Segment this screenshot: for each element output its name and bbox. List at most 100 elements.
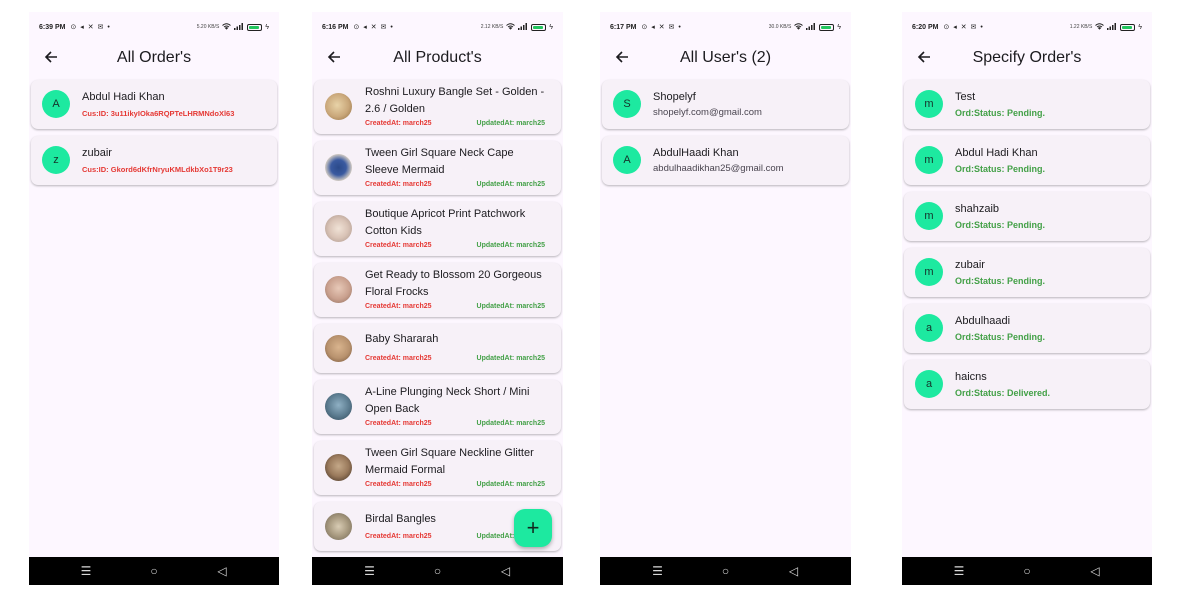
order-status: Ord:Status: Delivered. <box>955 388 1051 398</box>
order-status: Ord:Status: Pending. <box>955 108 1045 118</box>
wifi-icon <box>222 22 232 32</box>
customer-id: Cus:ID: Gkord6dKfrNryuKMLdkbXo1T9r23 <box>82 165 233 174</box>
product-card[interactable]: Baby Shararah CreatedAt: march25 Updated… <box>314 324 561 373</box>
created-at: CreatedAt: march25 <box>365 355 432 362</box>
avatar: A <box>613 146 641 174</box>
recent-apps-icon[interactable]: ☰ <box>949 564 969 578</box>
order-status: Ord:Status: Pending. <box>955 276 1045 286</box>
system-back-icon[interactable]: ◁ <box>1085 564 1105 578</box>
avatar: A <box>42 90 70 118</box>
created-at: CreatedAt: march25 <box>365 420 432 427</box>
created-at: CreatedAt: march25 <box>365 120 432 127</box>
order-card[interactable]: m Abdul Hadi Khan Ord:Status: Pending. <box>904 136 1150 185</box>
avatar: a <box>915 370 943 398</box>
screen-all-orders: 6:39 PM ⊙ ◂ ✕ ✉ • 5.20 KB/S ϟ All Order'… <box>29 12 279 585</box>
back-arrow-icon[interactable] <box>324 47 344 67</box>
order-card[interactable]: m shahzaib Ord:Status: Pending. <box>904 192 1150 241</box>
signal-icon <box>234 22 244 32</box>
created-at: CreatedAt: march25 <box>365 181 432 188</box>
system-nav-bar: ☰ ○ ◁ <box>600 557 851 585</box>
screen-all-products: 6:16 PM ⊙ ◂ ✕ ✉ • 2.12 KB/S ϟ All Produc… <box>312 12 563 585</box>
product-card[interactable]: Get Ready to Blossom 20 Gorgeous Floral … <box>314 263 561 317</box>
network-speed: 5.20 KB/S <box>196 24 220 30</box>
system-back-icon[interactable]: ◁ <box>212 564 232 578</box>
battery-icon <box>819 23 835 31</box>
order-card[interactable]: a haicns Ord:Status: Delivered. <box>904 360 1150 409</box>
battery-icon <box>247 23 263 31</box>
screen-specify-orders: 6:20 PM ⊙ ◂ ✕ ✉ • 1.22 KB/S ϟ Specify Or… <box>902 12 1152 585</box>
network-speed: 30.0 KB/S <box>768 24 792 30</box>
avatar: S <box>613 90 641 118</box>
status-time: 6:17 PM <box>610 23 637 31</box>
recent-apps-icon[interactable]: ☰ <box>648 564 668 578</box>
home-icon[interactable]: ○ <box>716 564 736 578</box>
product-card[interactable]: Tween Girl Square Neck Cape Sleeve Merma… <box>314 141 561 195</box>
back-arrow-icon[interactable] <box>612 47 632 67</box>
updated-at: UpdatedAt: march25 <box>476 481 545 488</box>
recent-apps-icon[interactable]: ☰ <box>76 564 96 578</box>
status-bar: 6:16 PM ⊙ ◂ ✕ ✉ • 2.12 KB/S ϟ <box>312 12 563 42</box>
user-name: AbdulHaadi Khan <box>653 147 739 159</box>
order-card[interactable]: m zubair Ord:Status: Pending. <box>904 248 1150 297</box>
updated-at: UpdatedAt: march25 <box>476 242 545 249</box>
status-bar: 6:17 PM ⊙ ◂ ✕ ✉ • 30.0 KB/S ϟ <box>600 12 851 42</box>
created-at: CreatedAt: march25 <box>365 242 432 249</box>
system-nav-bar: ☰ ○ ◁ <box>312 557 563 585</box>
avatar: m <box>915 146 943 174</box>
order-customer-name: Test <box>955 91 976 103</box>
network-speed: 2.12 KB/S <box>480 24 504 30</box>
product-thumbnail <box>325 154 352 181</box>
avatar: z <box>42 146 70 174</box>
updated-at: UpdatedAt: march25 <box>476 181 545 188</box>
product-thumbnail <box>325 276 352 303</box>
charging-icon: ϟ <box>1138 23 1142 31</box>
product-thumbnail <box>325 335 352 362</box>
product-card[interactable]: Tween Girl Square Neckline Glitter Merma… <box>314 441 561 495</box>
order-customer-card[interactable]: z zubair Cus:ID: Gkord6dKfrNryuKMLdkbXo1… <box>31 136 277 185</box>
updated-at: UpdatedAt: march25 <box>476 420 545 427</box>
charging-icon: ϟ <box>265 23 269 31</box>
order-card[interactable]: m Test Ord:Status: Pending. <box>904 80 1150 129</box>
updated-at: UpdatedAt: march25 <box>476 303 545 310</box>
notification-icons: ⊙ ◂ ✕ ✉ • <box>353 24 394 31</box>
add-product-button[interactable]: + <box>514 509 552 547</box>
customer-name: Abdul Hadi Khan <box>82 91 165 103</box>
order-card[interactable]: a Abdulhaadi Ord:Status: Pending. <box>904 304 1150 353</box>
product-card[interactable]: Boutique Apricot Print Patchwork Cotton … <box>314 202 561 256</box>
home-icon[interactable]: ○ <box>1017 564 1037 578</box>
user-card[interactable]: A AbdulHaadi Khan abdulhaadikhan25@gmail… <box>602 136 849 185</box>
product-card[interactable]: Roshni Luxury Bangle Set - Golden - 2.6 … <box>314 80 561 134</box>
order-customer-card[interactable]: A Abdul Hadi Khan Cus:ID: 3u11ikyIOka6RQ… <box>31 80 277 129</box>
back-arrow-icon[interactable] <box>914 47 934 67</box>
system-nav-bar: ☰ ○ ◁ <box>29 557 279 585</box>
product-thumbnail <box>325 93 352 120</box>
product-thumbnail <box>325 393 352 420</box>
user-card[interactable]: S Shopelyf shopelyf.com@gmail.com <box>602 80 849 129</box>
status-bar: 6:39 PM ⊙ ◂ ✕ ✉ • 5.20 KB/S ϟ <box>29 12 279 42</box>
product-name: Tween Girl Square Neck Cape Sleeve Merma… <box>365 147 514 176</box>
home-icon[interactable]: ○ <box>144 564 164 578</box>
order-customer-name: Abdulhaadi <box>955 315 1011 327</box>
customer-id: Cus:ID: 3u11ikyIOka6RQPTeLHRMNdoXl63 <box>82 109 235 118</box>
system-back-icon[interactable]: ◁ <box>496 564 516 578</box>
order-status: Ord:Status: Pending. <box>955 332 1045 342</box>
created-at: CreatedAt: march25 <box>365 481 432 488</box>
wifi-icon <box>1095 22 1105 32</box>
back-arrow-icon[interactable] <box>41 47 61 67</box>
wifi-icon <box>794 22 804 32</box>
home-icon[interactable]: ○ <box>428 564 448 578</box>
app-bar: All Product's <box>312 42 563 74</box>
notification-icons: ⊙ ◂ ✕ ✉ • <box>641 24 682 31</box>
updated-at: UpdatedAt: march25 <box>476 120 545 127</box>
avatar: m <box>915 90 943 118</box>
product-card[interactable]: A-Line Plunging Neck Short / Mini Open B… <box>314 380 561 434</box>
network-speed: 1.22 KB/S <box>1069 24 1093 30</box>
status-right: 5.20 KB/S ϟ <box>196 22 269 32</box>
page-title: Specify Order's <box>972 49 1082 66</box>
signal-icon <box>806 22 816 32</box>
status-right: 2.12 KB/S ϟ <box>480 22 553 32</box>
status-time: 6:20 PM <box>912 23 939 31</box>
recent-apps-icon[interactable]: ☰ <box>360 564 380 578</box>
system-back-icon[interactable]: ◁ <box>784 564 804 578</box>
avatar: m <box>915 258 943 286</box>
